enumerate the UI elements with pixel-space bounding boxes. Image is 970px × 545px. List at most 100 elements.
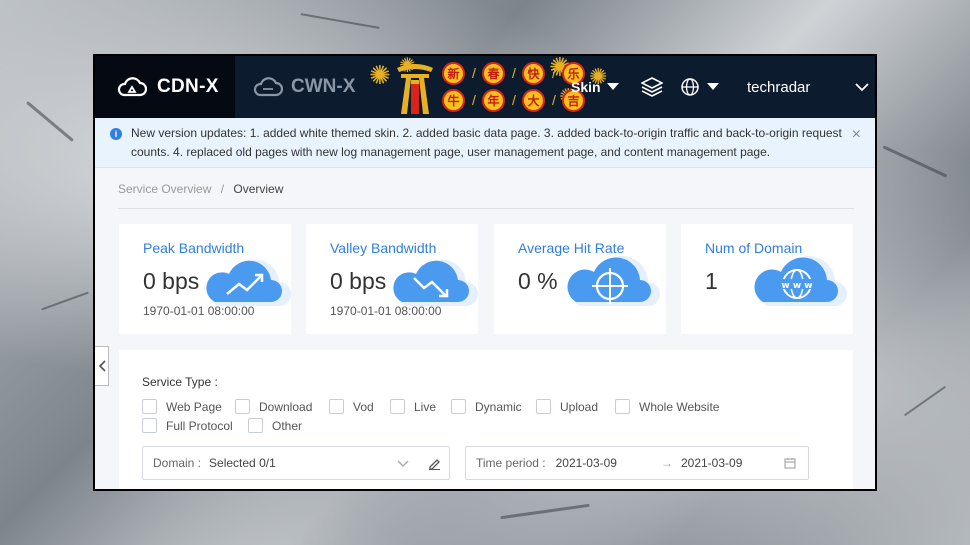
- festive-separator: /: [552, 92, 556, 108]
- chevron-down-icon: [855, 82, 869, 91]
- cloud-logo-icon: [117, 77, 147, 97]
- time-end[interactable]: 2021-03-09: [681, 456, 742, 470]
- card-value: 1: [705, 268, 718, 294]
- time-period-picker[interactable]: Time period : 2021-03-09 → 2021-03-09: [465, 446, 809, 480]
- checkbox-box[interactable]: [451, 399, 466, 414]
- chart-up-cloud-icon: [206, 259, 291, 306]
- www-cloud-icon: w w w: [754, 256, 847, 306]
- domain-value: Selected 0/1: [209, 456, 276, 470]
- chart-down-cloud-icon: [393, 259, 478, 306]
- checkbox-live[interactable]: Live: [390, 399, 436, 414]
- edit-icon[interactable]: [428, 457, 441, 470]
- checkbox-upload[interactable]: Upload: [536, 399, 598, 414]
- globe-icon: [681, 78, 699, 96]
- checkbox-box[interactable]: [142, 418, 157, 433]
- festive-char: 年: [482, 89, 505, 112]
- checkbox-download[interactable]: Download: [235, 399, 312, 414]
- domain-label: Domain :: [153, 456, 202, 470]
- layers-button[interactable]: [641, 56, 663, 118]
- time-period-label: Time period :: [476, 456, 546, 470]
- temple-gate-icon: [397, 64, 433, 114]
- language-dropdown[interactable]: [681, 56, 719, 118]
- domain-select[interactable]: Domain : Selected 0/1: [142, 446, 450, 480]
- festive-char: 新: [442, 62, 465, 85]
- checkbox-dynamic[interactable]: Dynamic: [451, 399, 522, 414]
- festive-separator: /: [552, 65, 556, 81]
- caret-down-icon: [707, 83, 719, 90]
- chevron-left-icon: [98, 360, 106, 372]
- checkbox-full-protocol[interactable]: Full Protocol: [142, 418, 233, 433]
- breadcrumb-current: Overview: [233, 182, 284, 196]
- chevron-down-icon: [397, 460, 409, 467]
- background-crack: [903, 385, 947, 417]
- time-start[interactable]: 2021-03-09: [556, 456, 617, 470]
- card-value: 0 bps: [330, 268, 387, 294]
- service-type-label: Service Type :: [142, 375, 218, 389]
- background-crack: [500, 503, 590, 520]
- checkbox-box[interactable]: [536, 399, 551, 414]
- checkbox-whole-website[interactable]: Whole Website: [615, 399, 719, 414]
- update-notice: i New version updates: 1. added white th…: [95, 118, 875, 168]
- background-crack: [26, 101, 74, 142]
- checkbox-box[interactable]: [142, 399, 157, 414]
- checkbox-label: Web Page: [166, 399, 222, 414]
- breadcrumb: Service Overview / Overview: [118, 182, 283, 196]
- caret-down-icon: [606, 83, 619, 90]
- info-icon: i: [110, 128, 122, 140]
- background-crack: [882, 145, 948, 178]
- checkbox-label: Upload: [560, 399, 599, 414]
- stat-card-num-of-domain: Num of Domain 1 w w w: [681, 224, 853, 334]
- breadcrumb-parent[interactable]: Service Overview: [118, 182, 211, 196]
- checkbox-box[interactable]: [390, 399, 405, 414]
- card-value: 0 %: [518, 268, 558, 294]
- festive-separator: /: [472, 65, 476, 81]
- festive-separator: /: [512, 92, 516, 108]
- app-window: CDN-X CWN-X ✺ ✺ ✺ ✺ ✺ 新 /: [93, 54, 877, 491]
- checkbox-label: Live: [414, 399, 437, 414]
- card-value: 0 bps: [143, 268, 200, 294]
- layers-icon: [641, 77, 663, 97]
- brand-tab-cdn[interactable]: CDN-X: [95, 56, 235, 118]
- checkbox-label: Download: [259, 399, 313, 414]
- checkbox-label: Whole Website: [639, 399, 720, 414]
- firework-icon: ✺: [369, 60, 391, 90]
- stat-card-peak-bandwidth: Peak Bandwidth 0 bps 1970-01-01 08:00:00: [119, 224, 291, 334]
- festive-char: 大: [522, 89, 545, 112]
- festive-separator: /: [512, 65, 516, 81]
- calendar-icon: [784, 458, 796, 469]
- checkbox-web-page[interactable]: Web Page: [142, 399, 222, 414]
- checkbox-label: Full Protocol: [166, 418, 233, 433]
- checkbox-other[interactable]: Other: [248, 418, 302, 433]
- target-cloud-icon: [567, 256, 660, 306]
- checkbox-vod[interactable]: Vod: [329, 399, 374, 414]
- top-bar: CDN-X CWN-X ✺ ✺ ✺ ✺ ✺ 新 /: [95, 56, 875, 118]
- close-icon[interactable]: ×: [852, 125, 861, 144]
- filter-panel: Service Type : Web Page Download Vod Liv…: [119, 350, 853, 489]
- checkbox-box[interactable]: [615, 399, 630, 414]
- sidebar-collapse-toggle[interactable]: [95, 346, 109, 386]
- svg-text:w w w: w w w: [781, 281, 812, 291]
- skin-dropdown[interactable]: Skin: [571, 56, 619, 118]
- skin-label: Skin: [571, 79, 601, 95]
- arrow-right-icon: →: [660, 456, 673, 470]
- festive-char: 春: [482, 62, 505, 85]
- checkbox-label: Dynamic: [475, 399, 522, 414]
- breadcrumb-separator: /: [220, 182, 225, 196]
- checkbox-box[interactable]: [248, 418, 263, 433]
- breadcrumb-divider: [118, 208, 854, 209]
- festive-char: 快: [522, 62, 545, 85]
- stat-card-average-hit-rate: Average Hit Rate 0 %: [494, 224, 666, 334]
- checkbox-box[interactable]: [329, 399, 344, 414]
- user-menu-toggle[interactable]: [855, 56, 869, 118]
- cloud-logo-icon: [253, 77, 283, 97]
- festive-separator: /: [472, 92, 476, 108]
- background-crack: [300, 13, 380, 29]
- checkbox-box[interactable]: [235, 399, 250, 414]
- notice-text: New version updates: 1. added white them…: [131, 126, 842, 159]
- festive-char: 牛: [442, 89, 465, 112]
- brand-primary-label: CDN-X: [157, 76, 219, 97]
- user-menu[interactable]: techradar: [747, 56, 810, 118]
- checkbox-label: Other: [272, 418, 303, 433]
- checkbox-label: Vod: [353, 399, 374, 414]
- stat-card-valley-bandwidth: Valley Bandwidth 0 bps 1970-01-01 08:00:…: [306, 224, 478, 334]
